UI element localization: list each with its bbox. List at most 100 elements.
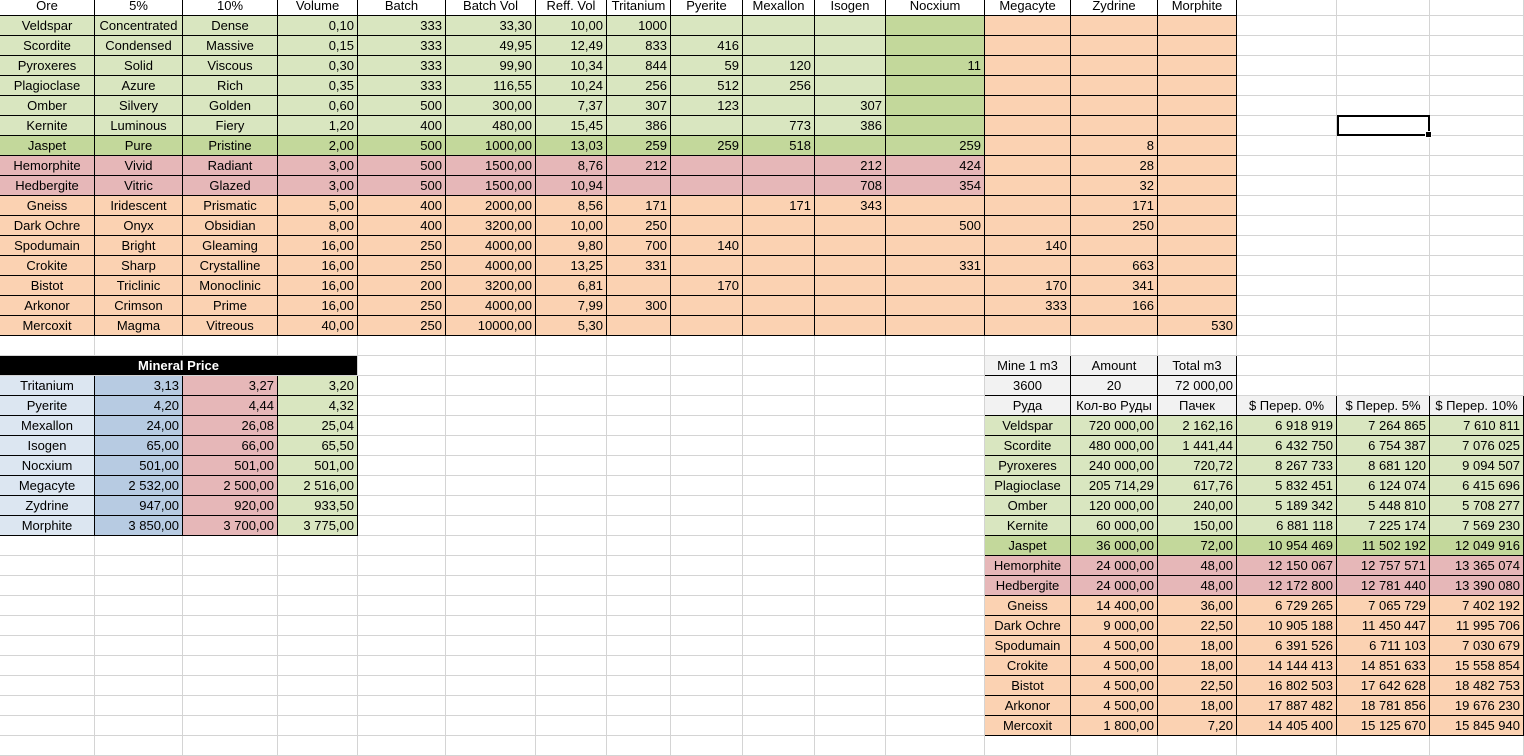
ore-value-cell[interactable] — [743, 156, 815, 176]
empty-cell[interactable] — [1237, 236, 1337, 256]
ore-value-cell[interactable]: 40,00 — [278, 316, 358, 336]
empty-cell[interactable] — [278, 676, 358, 696]
empty-cell[interactable] — [1337, 196, 1430, 216]
ore-value-cell[interactable] — [1158, 16, 1237, 36]
empty-cell[interactable] — [1237, 136, 1337, 156]
ore-value-cell[interactable]: 773 — [743, 116, 815, 136]
ore-value-cell[interactable]: Onyx — [95, 216, 183, 236]
empty-cell[interactable] — [985, 736, 1071, 756]
ore-value-cell[interactable]: 10,00 — [536, 16, 607, 36]
empty-cell[interactable] — [1337, 36, 1430, 56]
mine-value-cell[interactable]: 480 000,00 — [1071, 436, 1158, 456]
mine-value-cell[interactable]: 6 918 919 — [1237, 416, 1337, 436]
ore-value-cell[interactable]: 500 — [358, 96, 446, 116]
ore-value-cell[interactable]: 844 — [607, 56, 671, 76]
selected-cell[interactable] — [1337, 115, 1432, 138]
empty-cell[interactable] — [607, 716, 671, 736]
empty-cell[interactable] — [1430, 76, 1524, 96]
ore-value-cell[interactable]: 32 — [1071, 176, 1158, 196]
empty-cell[interactable] — [1430, 376, 1524, 396]
mine-value-cell[interactable]: 240,00 — [1158, 496, 1237, 516]
empty-cell[interactable] — [671, 416, 743, 436]
empty-cell[interactable] — [536, 376, 607, 396]
ore-value-cell[interactable]: 166 — [1071, 296, 1158, 316]
empty-cell[interactable] — [1430, 216, 1524, 236]
empty-cell[interactable] — [536, 536, 607, 556]
mine-value-cell[interactable]: 6 432 750 — [1237, 436, 1337, 456]
ore-value-cell[interactable]: 16,00 — [278, 236, 358, 256]
ore-value-cell[interactable]: 333 — [358, 56, 446, 76]
ore-value-cell[interactable]: 170 — [985, 276, 1071, 296]
ore-value-cell[interactable]: 140 — [985, 236, 1071, 256]
column-header[interactable]: Megacyte — [985, 0, 1071, 16]
ore-value-cell[interactable]: 0,15 — [278, 36, 358, 56]
empty-cell[interactable] — [358, 396, 446, 416]
ore-value-cell[interactable]: Gleaming — [183, 236, 278, 256]
empty-cell[interactable] — [278, 616, 358, 636]
ore-value-cell[interactable] — [1158, 36, 1237, 56]
mine-value-cell[interactable]: 16 802 503 — [1237, 676, 1337, 696]
empty-cell[interactable] — [671, 636, 743, 656]
ore-name-cell[interactable]: Gneiss — [0, 196, 95, 216]
empty-cell[interactable] — [536, 696, 607, 716]
mineral-price-cell[interactable]: 4,44 — [183, 396, 278, 416]
ore-value-cell[interactable] — [985, 16, 1071, 36]
mine-value-cell[interactable]: 7,20 — [1158, 716, 1237, 736]
mine-value-cell[interactable]: 617,76 — [1158, 476, 1237, 496]
empty-cell[interactable] — [358, 696, 446, 716]
mine-value-cell[interactable]: 72 000,00 — [1158, 376, 1237, 396]
ore-value-cell[interactable] — [985, 56, 1071, 76]
ore-value-cell[interactable] — [607, 276, 671, 296]
empty-cell[interactable] — [0, 716, 95, 736]
ore-value-cell[interactable]: Massive — [183, 36, 278, 56]
mine-value-cell[interactable]: 18,00 — [1158, 636, 1237, 656]
ore-value-cell[interactable]: 331 — [886, 256, 985, 276]
empty-cell[interactable] — [886, 516, 985, 536]
empty-cell[interactable] — [1237, 316, 1337, 336]
empty-cell[interactable] — [358, 456, 446, 476]
ore-value-cell[interactable]: 49,95 — [446, 36, 536, 56]
ore-value-cell[interactable]: 1000,00 — [446, 136, 536, 156]
mine-value-cell[interactable]: 1 441,44 — [1158, 436, 1237, 456]
mineral-name-cell[interactable]: Mexallon — [0, 416, 95, 436]
ore-name-cell[interactable]: Jaspet — [0, 136, 95, 156]
ore-value-cell[interactable]: 7,99 — [536, 296, 607, 316]
ore-value-cell[interactable]: Solid — [95, 56, 183, 76]
column-header[interactable]: Zydrine — [1071, 0, 1158, 16]
ore-value-cell[interactable] — [815, 256, 886, 276]
empty-cell[interactable] — [815, 376, 886, 396]
mine-value-cell[interactable]: 24 000,00 — [1071, 556, 1158, 576]
empty-cell[interactable] — [536, 656, 607, 676]
empty-cell[interactable] — [886, 636, 985, 656]
empty-cell[interactable] — [607, 496, 671, 516]
empty-cell[interactable] — [536, 336, 607, 356]
ore-value-cell[interactable]: Bright — [95, 236, 183, 256]
empty-cell[interactable] — [1237, 256, 1337, 276]
mine-value-cell[interactable]: 17 887 482 — [1237, 696, 1337, 716]
empty-cell[interactable] — [1430, 56, 1524, 76]
ore-value-cell[interactable]: Prime — [183, 296, 278, 316]
ore-value-cell[interactable]: 120 — [743, 56, 815, 76]
column-header[interactable]: Volume — [278, 0, 358, 16]
empty-cell[interactable] — [815, 696, 886, 716]
empty-cell[interactable] — [1237, 276, 1337, 296]
ore-value-cell[interactable]: 10,94 — [536, 176, 607, 196]
ore-name-cell[interactable]: Plagioclase — [0, 76, 95, 96]
ore-value-cell[interactable] — [1158, 176, 1237, 196]
mine-value-cell[interactable]: 11 450 447 — [1337, 616, 1430, 636]
ore-value-cell[interactable] — [1071, 56, 1158, 76]
empty-cell[interactable] — [446, 496, 536, 516]
empty-cell[interactable] — [607, 736, 671, 756]
ore-value-cell[interactable]: Obsidian — [183, 216, 278, 236]
empty-cell[interactable] — [743, 536, 815, 556]
empty-cell[interactable] — [671, 536, 743, 556]
empty-cell[interactable] — [446, 376, 536, 396]
ore-name-cell[interactable]: Arkonor — [0, 296, 95, 316]
mine-ore-name[interactable]: Kernite — [985, 516, 1071, 536]
mineral-name-cell[interactable]: Zydrine — [0, 496, 95, 516]
spreadsheet-grid[interactable]: Ore 5% 10% Volume Batch Batch Vol Reff. Vol Tri… — [0, 0, 1524, 756]
ore-name-cell[interactable]: Spodumain — [0, 236, 95, 256]
mine-ore-name[interactable]: Arkonor — [985, 696, 1071, 716]
empty-cell[interactable] — [1158, 736, 1237, 756]
ore-value-cell[interactable] — [671, 116, 743, 136]
